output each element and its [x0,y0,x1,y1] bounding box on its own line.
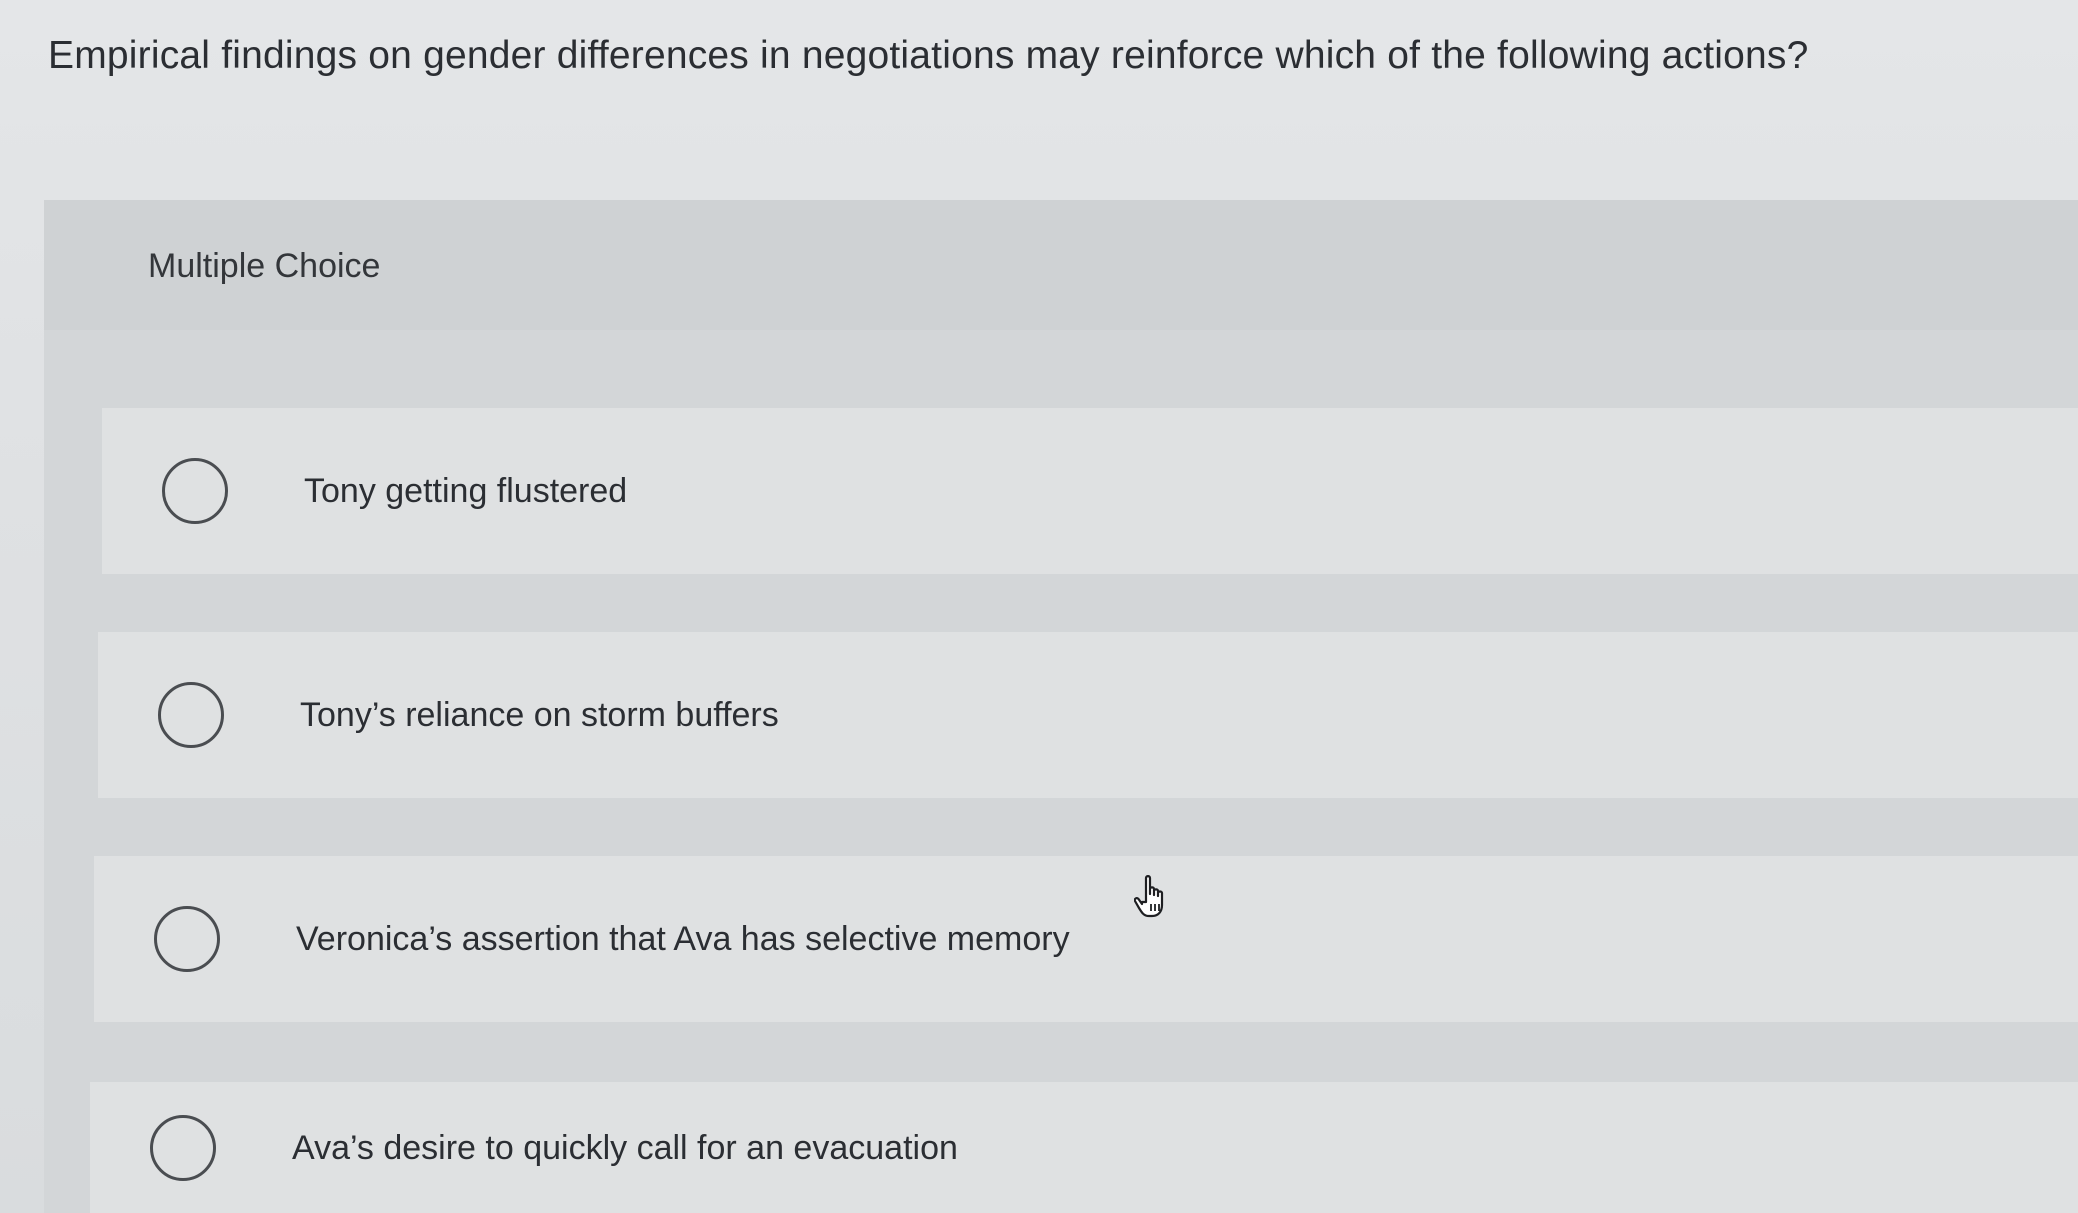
answer-option-1[interactable]: Tony getting flustered [102,408,2078,574]
multiple-choice-label: Multiple Choice [148,247,381,285]
answer-option-label: Tony getting flustered [304,472,628,510]
radio-unchecked-icon[interactable] [158,682,224,748]
answer-option-4[interactable]: Ava’s desire to quickly call for an evac… [90,1082,2078,1213]
answer-option-label: Tony’s reliance on storm buffers [300,696,779,734]
radio-unchecked-icon[interactable] [154,906,220,972]
answer-option-label: Veronica’s assertion that Ava has select… [296,920,1070,958]
panel-header: Multiple Choice [44,200,2078,330]
answer-option-label: Ava’s desire to quickly call for an evac… [292,1128,958,1167]
question-text: Empirical findings on gender differences… [48,34,1809,77]
hand-pointer-icon [1134,875,1164,918]
radio-unchecked-icon[interactable] [150,1114,216,1181]
answer-option-3[interactable]: Veronica’s assertion that Ava has select… [94,856,2078,1022]
quiz-page: Empirical findings on gender differences… [0,0,2078,1213]
radio-unchecked-icon[interactable] [162,458,228,524]
answer-option-2[interactable]: Tony’s reliance on storm buffers [98,632,2078,798]
